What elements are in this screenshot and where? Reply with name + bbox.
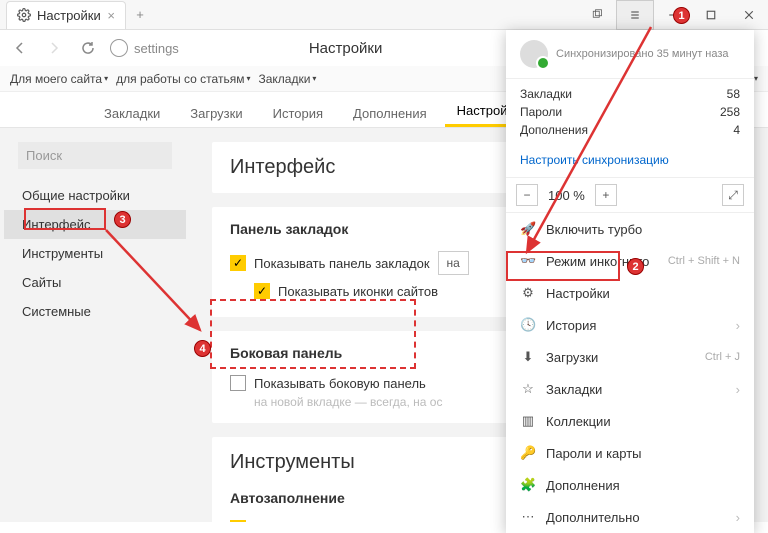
close-tab-icon[interactable]: ×: [107, 8, 115, 23]
sidebar-item-tools[interactable]: Инструменты: [4, 239, 186, 268]
zoom-out-button[interactable]: −: [516, 184, 538, 206]
forward-button[interactable]: [42, 36, 66, 60]
dots-icon: ⋯: [520, 509, 536, 525]
settings-sidebar: Поиск Общие настройки Интерфейс Инструме…: [0, 128, 190, 522]
bookmark-folder[interactable]: Закладки▾: [258, 72, 316, 86]
zoom-level: 100 %: [542, 188, 591, 203]
zoom-controls: − 100 % + ⤢: [506, 177, 754, 213]
window-minimize-icon[interactable]: [654, 0, 692, 30]
menu-incognito[interactable]: 👓Режим инкогнитоCtrl + Shift + N: [506, 245, 754, 277]
bookmark-folder[interactable]: для работы со статьям▾: [116, 72, 250, 86]
chevron-right-icon: ›: [736, 382, 740, 397]
bookmarks-bar-mode-select[interactable]: на: [438, 251, 469, 275]
menu-more[interactable]: ⋯Дополнительно›: [506, 501, 754, 533]
menu-history[interactable]: 🕓История›: [506, 309, 754, 341]
user-avatar: [520, 40, 548, 68]
back-button[interactable]: [8, 36, 32, 60]
page-title: Настройки: [309, 40, 383, 57]
menu-button[interactable]: [616, 0, 654, 30]
window-titlebar: Настройки × +: [0, 0, 768, 30]
zoom-in-button[interactable]: +: [595, 184, 617, 206]
checkbox-icon: [230, 375, 246, 391]
menu-passwords[interactable]: 🔑Пароли и карты: [506, 437, 754, 469]
configure-sync-link[interactable]: Настроить синхронизацию: [506, 149, 754, 177]
incognito-icon: 👓: [520, 253, 536, 269]
chevron-right-icon: ›: [736, 318, 740, 333]
chevron-right-icon: ›: [736, 510, 740, 525]
clock-icon: 🕓: [520, 317, 536, 333]
sync-stats: Закладки58 Пароли258 Дополнения4: [506, 79, 754, 149]
star-icon: ☆: [520, 381, 536, 397]
site-icon: [110, 39, 128, 57]
gear-icon: ⚙: [520, 285, 536, 301]
key-icon: 🔑: [520, 445, 536, 461]
checkbox-icon: ✓: [230, 255, 246, 271]
tab-downloads[interactable]: Загрузки: [178, 100, 254, 127]
puzzle-icon: 🧩: [520, 477, 536, 493]
tab-history[interactable]: История: [261, 100, 335, 127]
gear-icon: [17, 8, 31, 22]
tab-title: Настройки: [37, 8, 101, 23]
new-tab-button[interactable]: +: [126, 7, 154, 22]
sidebar-item-general[interactable]: Общие настройки: [4, 181, 186, 210]
sidebar-item-interface[interactable]: Интерфейс: [4, 210, 186, 239]
settings-search[interactable]: Поиск: [18, 142, 172, 169]
fullscreen-button[interactable]: ⤢: [722, 184, 744, 206]
menu-header[interactable]: Синхронизировано 35 минут наза: [506, 30, 754, 79]
bookmark-folder[interactable]: Для моего сайта▾: [10, 72, 108, 86]
menu-collections[interactable]: ▥Коллекции: [506, 405, 754, 437]
tab-addons[interactable]: Дополнения: [341, 100, 439, 127]
checkbox-icon: ✓: [254, 283, 270, 299]
url-box[interactable]: settings: [110, 39, 179, 57]
collections-icon: ▥: [520, 413, 536, 429]
sidebar-item-sites[interactable]: Сайты: [4, 268, 186, 297]
menu-turbo[interactable]: 🚀Включить турбо: [506, 213, 754, 245]
browser-menu-popup: Синхронизировано 35 минут наза Закладки5…: [506, 30, 754, 533]
menu-downloads[interactable]: ⬇ЗагрузкиCtrl + J: [506, 341, 754, 373]
copy-window-icon[interactable]: [578, 0, 616, 30]
window-close-icon[interactable]: [730, 0, 768, 30]
menu-bookmarks[interactable]: ☆Закладки›: [506, 373, 754, 405]
url-text: settings: [134, 41, 179, 56]
reload-button[interactable]: [76, 36, 100, 60]
window-maximize-icon[interactable]: [692, 0, 730, 30]
download-icon: ⬇: [520, 349, 536, 365]
rocket-icon: 🚀: [520, 221, 536, 237]
tab-bookmarks[interactable]: Закладки: [92, 100, 172, 127]
menu-addons[interactable]: 🧩Дополнения: [506, 469, 754, 501]
sync-status: Синхронизировано 35 минут наза: [556, 48, 729, 60]
menu-settings[interactable]: ⚙Настройки: [506, 277, 754, 309]
sidebar-item-system[interactable]: Системные: [4, 297, 186, 326]
browser-tab[interactable]: Настройки ×: [6, 1, 126, 29]
